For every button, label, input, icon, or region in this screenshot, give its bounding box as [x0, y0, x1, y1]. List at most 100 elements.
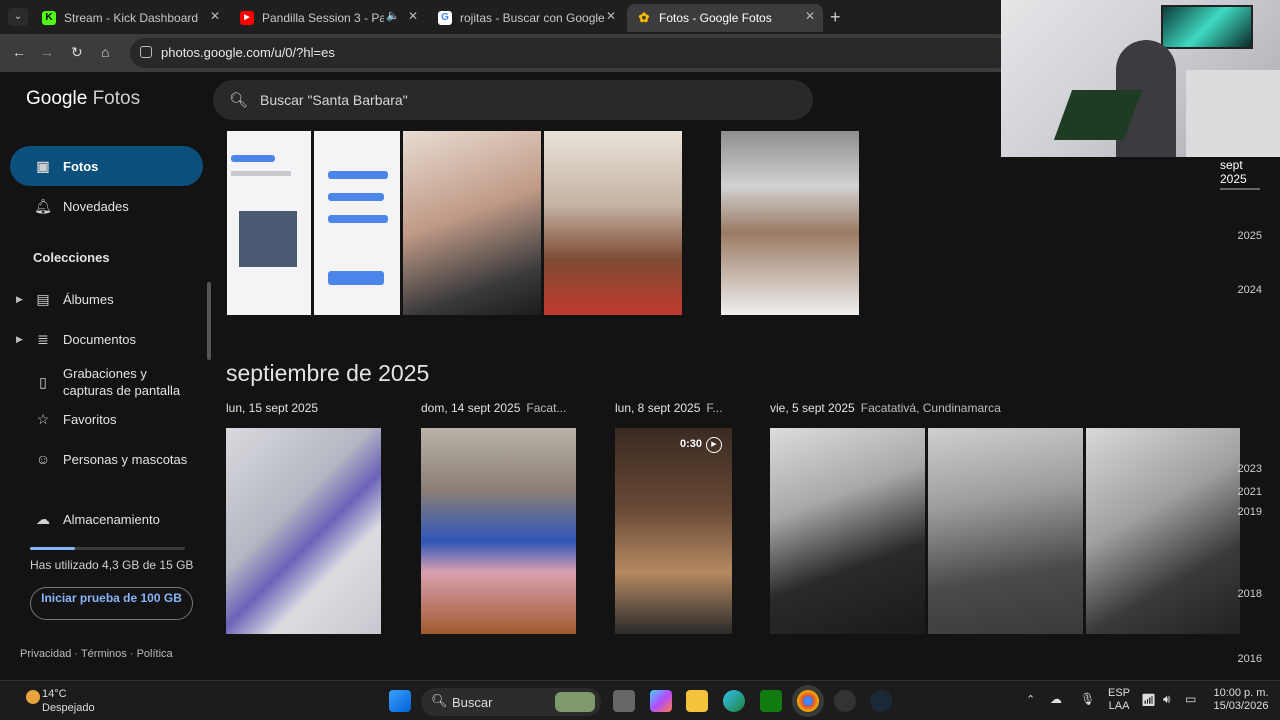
sidebar-item-personas[interactable]: ☺ Personas y mascotas: [10, 439, 203, 479]
sidebar-item-grabaciones[interactable]: ▯ Grabaciones y capturas de pantalla: [10, 360, 203, 404]
scrubber-year[interactable]: 2018: [1238, 588, 1262, 600]
search-bar[interactable]: 🔍︎ Buscar "Santa Barbara": [213, 80, 813, 120]
sidebar-scrollbar[interactable]: [207, 282, 211, 360]
battery-icon[interactable]: ▭: [1185, 692, 1196, 706]
day-location: Facat...: [526, 401, 567, 415]
photo-thumbnail[interactable]: [770, 428, 925, 634]
play-icon: ▶: [706, 437, 722, 453]
photo-thumbnail[interactable]: [314, 131, 400, 315]
scrubber-year[interactable]: 2024: [1238, 284, 1262, 296]
microphone-icon[interactable]: 🎙︎: [1080, 692, 1095, 706]
sidebar-item-label: Novedades: [63, 198, 129, 214]
forward-icon[interactable]: →: [40, 44, 54, 60]
search-input[interactable]: Buscar "Santa Barbara": [260, 92, 408, 108]
scrubber-year[interactable]: 2016: [1238, 653, 1262, 665]
day-date: vie, 5 sept 2025: [770, 401, 855, 415]
scrubber-year[interactable]: 2023: [1238, 463, 1262, 475]
expand-arrow-icon[interactable]: ▶: [16, 294, 23, 305]
expand-arrow-icon[interactable]: ▶: [16, 334, 23, 345]
new-tab-icon[interactable]: +: [830, 7, 841, 28]
photo-thumbnail[interactable]: [721, 131, 859, 315]
discord-icon[interactable]: [834, 690, 856, 712]
home-icon[interactable]: ⌂: [101, 44, 109, 60]
youtube-icon: ▶: [240, 11, 254, 25]
close-icon[interactable]: ✕: [210, 9, 220, 23]
site-info-icon[interactable]: [140, 46, 152, 58]
album-icon: ▤: [36, 290, 50, 307]
wifi-icon[interactable]: 📶︎: [1141, 693, 1156, 707]
start-icon[interactable]: [389, 690, 411, 712]
file-explorer-icon[interactable]: [686, 690, 708, 712]
chevron-up-icon[interactable]: ⌃: [1026, 693, 1035, 706]
close-icon[interactable]: ✕: [606, 9, 616, 23]
tab-google-search[interactable]: G rojitas - Buscar con Google ✕: [428, 4, 624, 32]
lang-code: ESP: [1108, 687, 1131, 699]
terms-link[interactable]: Términos: [81, 648, 127, 660]
sidebar-item-documentos[interactable]: ▶ ≣ Documentos: [10, 319, 203, 359]
tab-google-photos[interactable]: ✿ Fotos - Google Fotos ✕: [627, 4, 823, 32]
language-indicator[interactable]: ESP LAA: [1108, 687, 1130, 713]
video-thumbnail[interactable]: 0:30 ▶: [615, 428, 732, 634]
day-header[interactable]: dom, 14 sept 2025 Facat...: [421, 401, 566, 415]
copilot-icon[interactable]: [650, 690, 672, 712]
sidebar-item-favoritos[interactable]: ☆ Favoritos: [10, 399, 203, 439]
sidebar-item-label: Personas y mascotas: [63, 451, 188, 467]
tab-kick[interactable]: K Stream - Kick Dashboard ✕: [32, 4, 228, 32]
logo-product: Fotos: [92, 88, 141, 109]
taskbar-search[interactable]: 🔍︎ Buscar: [421, 688, 601, 716]
date-scrubber[interactable]: sept 2025 2025 2024 2023 2021 2019 2018 …: [1220, 128, 1280, 680]
temperature: 14°C: [42, 688, 67, 700]
photo-thumbnail[interactable]: [227, 131, 311, 315]
photo-thumbnail[interactable]: [403, 131, 541, 315]
photo-thumbnail[interactable]: [544, 131, 682, 315]
tab-search-menu[interactable]: ⌄: [8, 8, 28, 26]
photo-thumbnail[interactable]: [226, 428, 381, 634]
sidebar-item-almacenamiento[interactable]: ☁ Almacenamiento: [10, 499, 203, 539]
video-duration: 0:30: [680, 438, 703, 450]
day-header[interactable]: vie, 5 sept 2025 Facatativá, Cundinamarca: [770, 401, 1001, 415]
sidebar-item-albumes[interactable]: ▶ ▤ Álbumes: [10, 279, 203, 319]
collections-heading: Colecciones: [33, 250, 110, 265]
scrubber-year[interactable]: 2025: [1238, 230, 1262, 242]
footer-links: Privacidad · Términos · Política: [20, 648, 173, 660]
url-text[interactable]: photos.google.com/u/0/?hl=es: [161, 45, 335, 60]
photo-thumbnail[interactable]: [928, 428, 1083, 634]
photo-thumbnail[interactable]: [1086, 428, 1240, 634]
volume-icon[interactable]: 🔊︎: [1163, 692, 1171, 707]
scrubber-year[interactable]: 2021: [1238, 486, 1262, 498]
screenshot-icon: ▯: [39, 373, 47, 390]
clock[interactable]: 10:00 p. m. 15/03/2026: [1210, 687, 1272, 713]
storage-progress-fill: [30, 547, 75, 550]
sidebar-item-fotos[interactable]: ▣ Fotos: [10, 146, 203, 186]
photo-thumbnail[interactable]: [421, 428, 576, 634]
day-location: F...: [706, 401, 723, 415]
steam-icon[interactable]: [870, 690, 892, 712]
speaker-icon[interactable]: 🔈: [386, 9, 400, 22]
reload-icon[interactable]: ↻: [71, 44, 83, 61]
scrubber-year[interactable]: 2019: [1238, 506, 1262, 518]
chrome-icon[interactable]: [797, 690, 819, 712]
star-icon: ☆: [36, 410, 50, 427]
task-view-icon[interactable]: [613, 690, 635, 712]
scrubber-current-date: sept 2025: [1220, 158, 1260, 190]
onedrive-icon[interactable]: ☁: [1050, 692, 1062, 706]
address-bar[interactable]: photos.google.com/u/0/?hl=es: [130, 38, 1010, 68]
policy-link[interactable]: Política: [137, 648, 173, 660]
sidebar-item-novedades[interactable]: 🔔︎ Novedades: [10, 186, 203, 226]
sidebar-item-label: Favoritos: [63, 411, 117, 427]
day-date: lun, 8 sept 2025: [615, 401, 701, 415]
taskbar-search-label: Buscar: [452, 695, 493, 710]
day-header[interactable]: lun, 15 sept 2025: [226, 401, 324, 415]
close-icon[interactable]: ✕: [408, 9, 418, 23]
privacy-link[interactable]: Privacidad: [20, 648, 71, 660]
edge-icon[interactable]: [723, 690, 745, 712]
back-icon[interactable]: ←: [12, 44, 26, 60]
sidebar-item-label: Fotos: [63, 158, 99, 174]
close-icon[interactable]: ✕: [805, 9, 815, 23]
tab-youtube[interactable]: ▶ Pandilla Session 3 - Panda 🔈 ✕: [230, 4, 426, 32]
start-trial-button[interactable]: Iniciar prueba de 100 GB: [30, 587, 193, 620]
day-location: Facatativá, Cundinamarca: [860, 401, 1001, 415]
google-photos-logo[interactable]: Google Fotos: [26, 88, 140, 110]
xbox-icon[interactable]: [760, 690, 782, 712]
day-header[interactable]: lun, 8 sept 2025 F...: [615, 401, 722, 415]
